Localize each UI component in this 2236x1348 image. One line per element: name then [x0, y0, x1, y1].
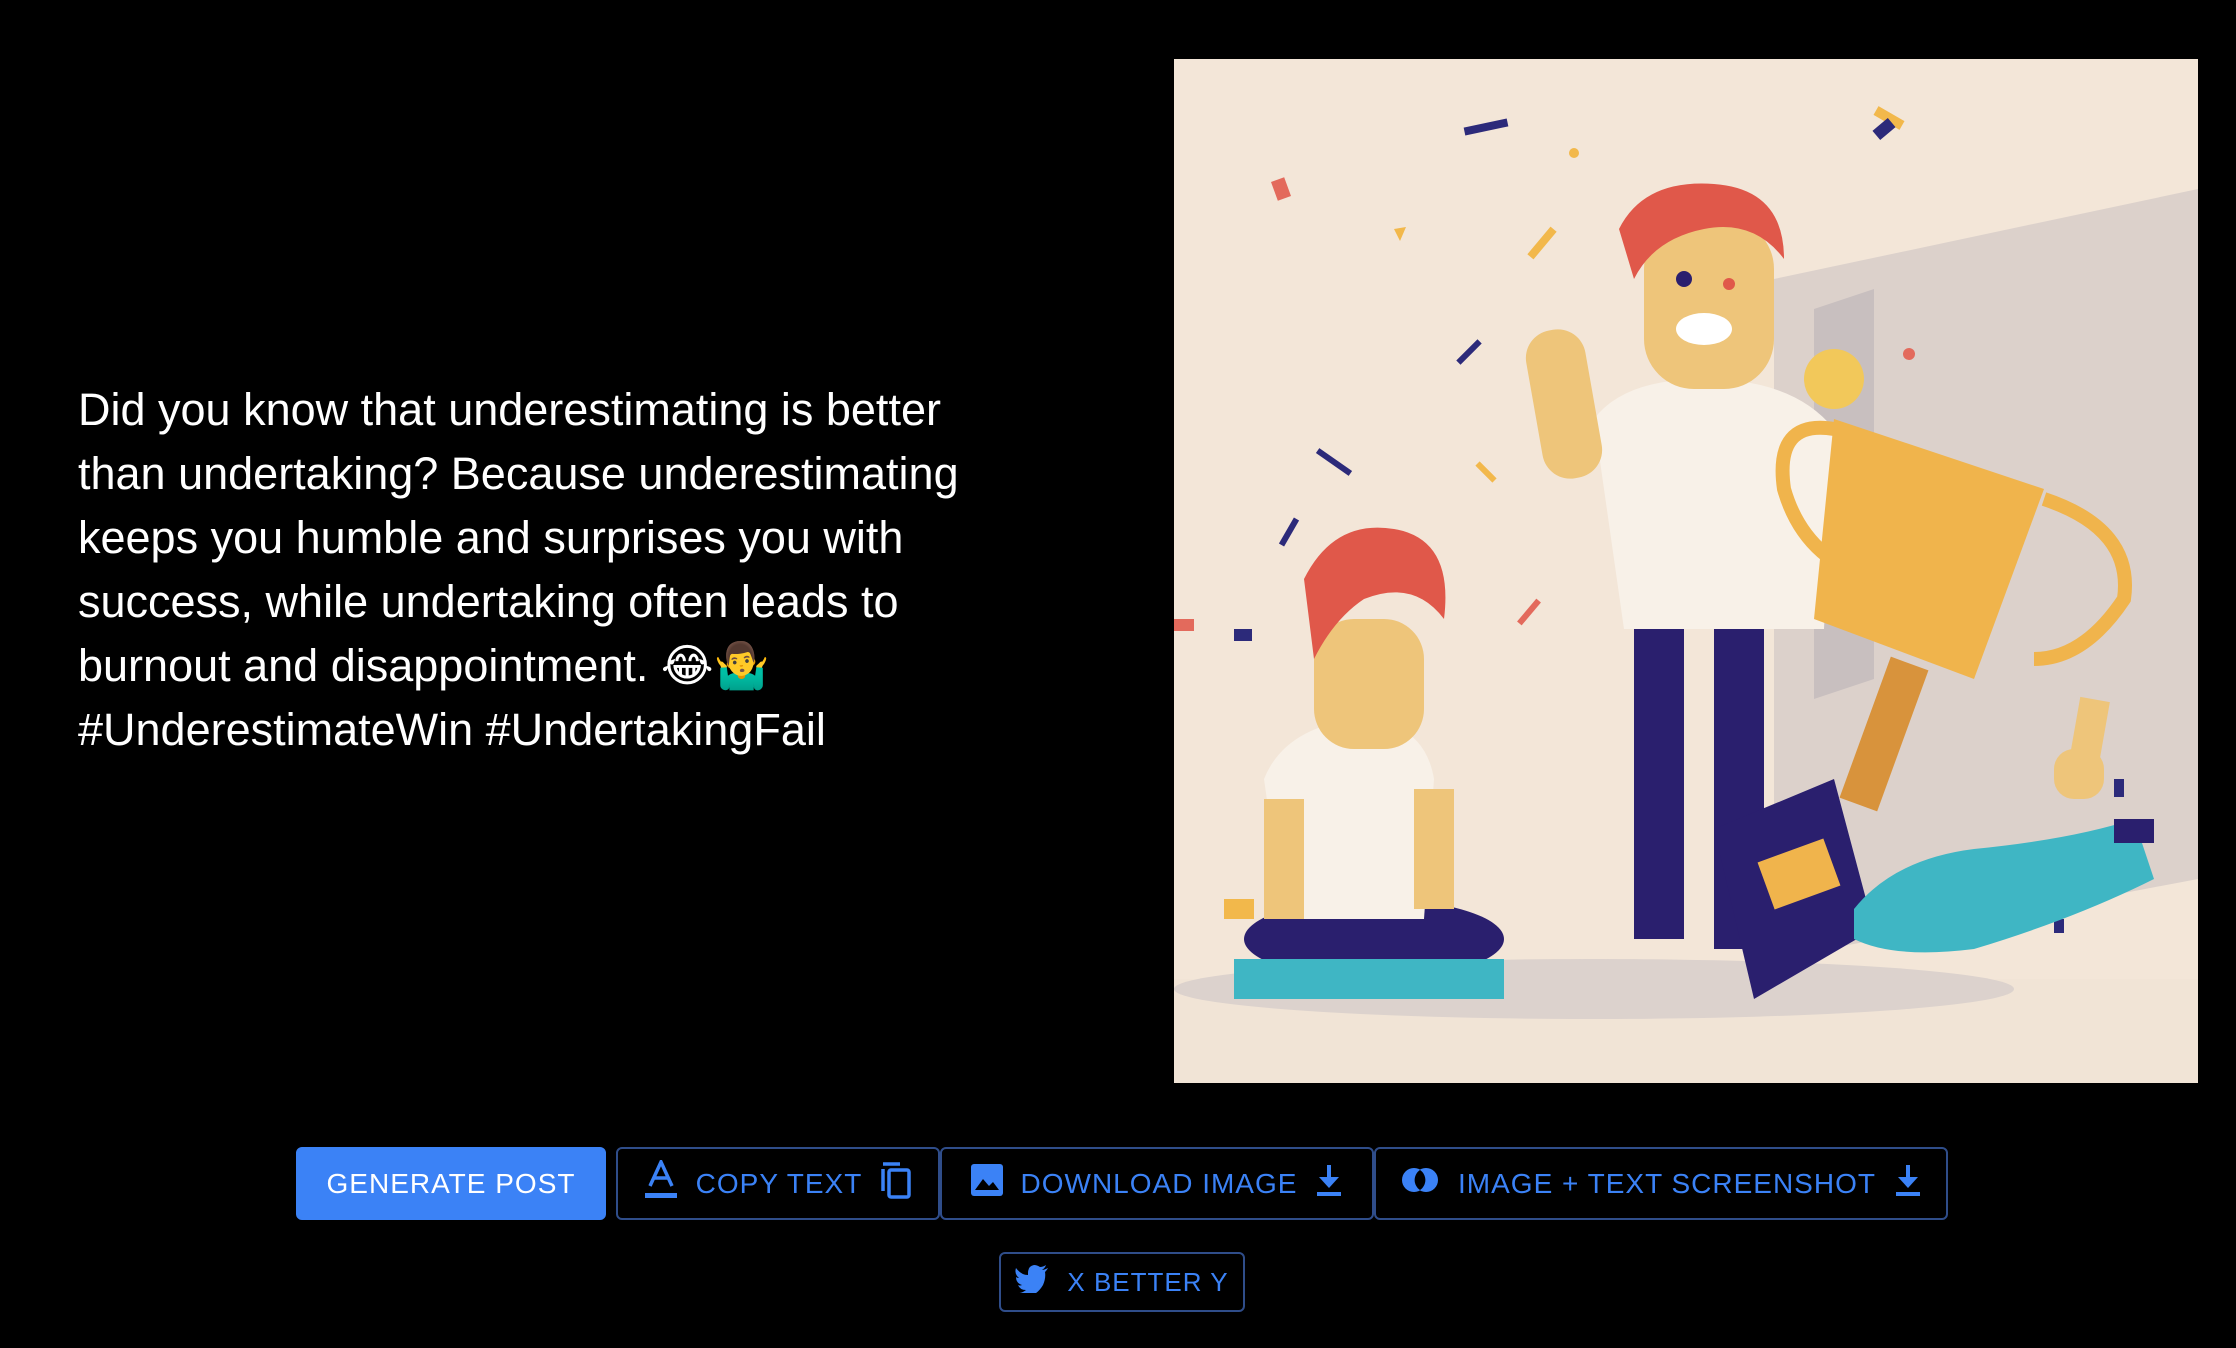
download-image-label: DOWNLOAD IMAGE [1020, 1167, 1298, 1199]
generated-image [1174, 59, 2198, 1083]
generate-post-button[interactable]: GENERATE POST [296, 1147, 606, 1220]
x-better-y-label: X BETTER Y [1067, 1266, 1229, 1297]
download-image-button[interactable]: DOWNLOAD IMAGE [940, 1147, 1374, 1220]
image-text-screenshot-button[interactable]: IMAGE + TEXT SCREENSHOT [1374, 1147, 1948, 1220]
text-format-icon [644, 1157, 678, 1207]
x-better-y-button[interactable]: X BETTER Y [999, 1252, 1245, 1312]
download-icon [1894, 1163, 1922, 1204]
image-icon [970, 1164, 1003, 1203]
screenshot-label: IMAGE + TEXT SCREENSHOT [1458, 1167, 1876, 1199]
action-bar: GENERATE POST COPY TEXT DOWNLOAD IMAGE I… [296, 1147, 1948, 1220]
copy-text-label: COPY TEXT [695, 1167, 863, 1199]
copy-text-button[interactable]: COPY TEXT [616, 1147, 940, 1220]
illustration-image [1174, 59, 2198, 1083]
download-icon [1315, 1163, 1343, 1204]
post-text: Did you know that underestimating is bet… [78, 384, 959, 755]
twitter-icon [1015, 1264, 1049, 1300]
generate-post-label: GENERATE POST [326, 1167, 576, 1199]
contrast-icon [1400, 1166, 1440, 1201]
copy-icon [880, 1161, 912, 1206]
